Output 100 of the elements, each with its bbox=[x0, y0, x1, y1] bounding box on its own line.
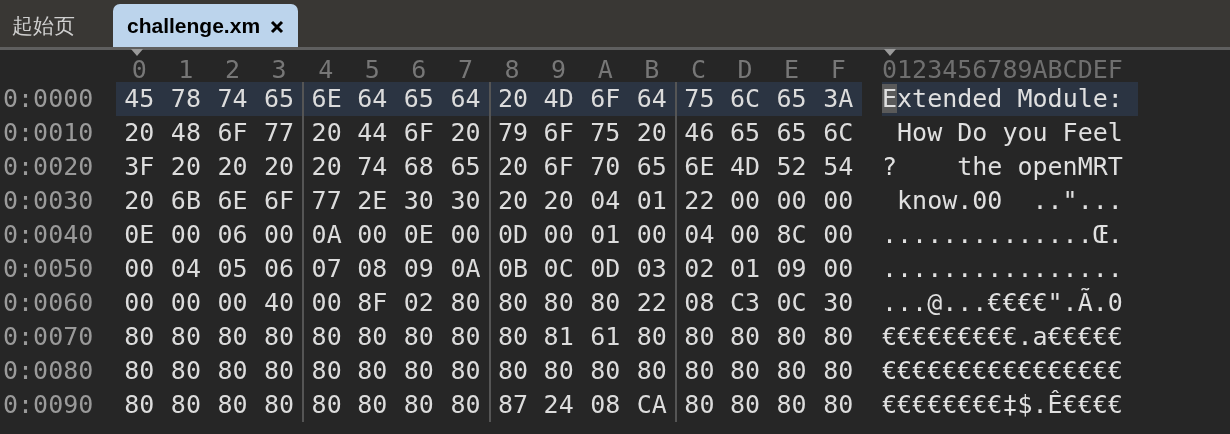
hex-byte: 0C bbox=[776, 288, 807, 317]
hex-byte: 80 bbox=[450, 322, 481, 351]
hex-byte: 6E bbox=[684, 152, 715, 181]
hex-byte: CA bbox=[636, 390, 667, 419]
hex-byte: 80 bbox=[170, 390, 201, 419]
column-header: 9 bbox=[551, 55, 567, 84]
hex-byte: 80 bbox=[823, 356, 854, 385]
hex-byte: 04 bbox=[684, 220, 715, 249]
hex-byte: 30 bbox=[403, 186, 434, 215]
ascii-text: How Do you Feel bbox=[896, 117, 1124, 149]
column-header: C bbox=[690, 55, 706, 84]
hex-byte: 75 bbox=[590, 118, 621, 147]
hex-byte: 80 bbox=[450, 288, 481, 317]
hex-byte: 20 bbox=[311, 118, 342, 147]
hex-byte: 03 bbox=[636, 254, 667, 283]
tab[interactable]: challenge.xm bbox=[113, 4, 299, 47]
hex-byte: 80 bbox=[403, 322, 434, 351]
hex-byte: 00 bbox=[264, 220, 295, 249]
hex-byte: 01 bbox=[590, 220, 621, 249]
hex-byte: 80 bbox=[729, 356, 761, 385]
hex-byte: 6E bbox=[311, 84, 342, 113]
hex-byte: 65 bbox=[450, 152, 481, 181]
ascii-text: Extended Module: bbox=[882, 82, 1138, 116]
hex-byte: 80 bbox=[684, 356, 715, 385]
address: 0:0090 bbox=[2, 389, 95, 421]
hex-byte: 8F bbox=[357, 288, 388, 317]
hex-byte: 70 bbox=[590, 152, 621, 181]
hex-byte: 0B bbox=[498, 254, 529, 283]
hex-byte: 0A bbox=[311, 220, 342, 249]
ascii-text: ..............Œ. bbox=[882, 219, 1124, 251]
hex-byte: 80 bbox=[776, 322, 807, 351]
hex-byte: 6F bbox=[543, 118, 574, 147]
hex-byte: 54 bbox=[823, 152, 854, 181]
hex-byte: 00 bbox=[311, 288, 342, 317]
hex-byte: 80 bbox=[450, 356, 481, 385]
hex-byte: 65 bbox=[729, 118, 761, 147]
hex-byte: 20 bbox=[124, 118, 155, 147]
hex-byte: 04 bbox=[590, 186, 621, 215]
hex-byte: 45 bbox=[124, 84, 155, 113]
address: 0:0020 bbox=[2, 151, 95, 183]
hex-byte: 80 bbox=[498, 322, 529, 351]
ascii-text: ? the openMRT bbox=[882, 151, 1124, 183]
ascii-text: €€€€€€€€€.a€€€€€ bbox=[882, 321, 1124, 353]
ascii-header: 0123456789ABCDEF bbox=[882, 57, 1123, 82]
hex-byte: 65 bbox=[636, 152, 667, 181]
hex-byte: 80 bbox=[217, 390, 248, 419]
hex-byte: 07 bbox=[311, 254, 342, 283]
hex-byte: 87 bbox=[498, 390, 529, 419]
hex-byte: 00 bbox=[543, 220, 574, 249]
address: 0:0060 bbox=[2, 287, 95, 319]
hex-byte: 75 bbox=[684, 84, 715, 113]
close-icon[interactable] bbox=[270, 20, 285, 34]
hex-byte: 00 bbox=[729, 186, 761, 215]
hex-byte: 64 bbox=[357, 84, 388, 113]
address: 0:0050 bbox=[2, 253, 95, 285]
hex-byte: 8C bbox=[776, 220, 807, 249]
hex-byte: 80 bbox=[311, 390, 342, 419]
hex-byte: 80 bbox=[823, 322, 854, 351]
hex-byte: 01 bbox=[729, 254, 761, 283]
hex-byte: 0C bbox=[543, 254, 574, 283]
hex-byte: 00 bbox=[450, 220, 481, 249]
hex-byte: 20 bbox=[124, 186, 155, 215]
hex-byte: 64 bbox=[636, 84, 667, 113]
hex-byte: 20 bbox=[450, 118, 481, 147]
hex-byte: 80 bbox=[543, 356, 574, 385]
hex-byte: 61 bbox=[590, 322, 621, 351]
hex-byte: 08 bbox=[684, 288, 715, 317]
hex-byte: 78 bbox=[170, 84, 201, 113]
hex-byte: 2E bbox=[357, 186, 388, 215]
address: 0:0010 bbox=[2, 117, 95, 149]
column-header: A bbox=[597, 55, 613, 84]
hex-byte: 6E bbox=[217, 186, 248, 215]
hex-byte: 80 bbox=[729, 390, 761, 419]
hex-byte: 80 bbox=[170, 356, 201, 385]
address: 0:0070 bbox=[2, 321, 95, 353]
hex-byte: 30 bbox=[823, 288, 854, 317]
hex-byte: 20 bbox=[311, 152, 342, 181]
ascii-text: know.00 .."... bbox=[896, 185, 1124, 217]
hex-byte: 80 bbox=[124, 390, 155, 419]
hex-byte: 80 bbox=[590, 356, 621, 385]
hex-byte: 20 bbox=[498, 152, 529, 181]
tab[interactable]: 起始页 bbox=[2, 4, 85, 47]
hex-byte: 6F bbox=[543, 152, 574, 181]
hex-byte: 65 bbox=[776, 118, 807, 147]
column-header: B bbox=[644, 55, 660, 84]
hex-byte: 80 bbox=[636, 322, 667, 351]
hex-byte: 80 bbox=[684, 322, 715, 351]
hex-byte: 6F bbox=[217, 118, 248, 147]
hex-byte: 05 bbox=[217, 254, 248, 283]
hex-byte: 04 bbox=[170, 254, 201, 283]
column-header: 6 bbox=[411, 55, 427, 84]
hex-byte: 00 bbox=[217, 288, 248, 317]
address: 0:0040 bbox=[2, 219, 95, 251]
hex-byte: 00 bbox=[170, 220, 201, 249]
hex-byte: 6F bbox=[264, 186, 295, 215]
hex-byte: 20 bbox=[217, 152, 248, 181]
hex-byte: 80 bbox=[543, 288, 574, 317]
hex-byte: 77 bbox=[264, 118, 295, 147]
hex-byte: 20 bbox=[498, 186, 529, 215]
hex-byte: 4D bbox=[729, 152, 761, 181]
